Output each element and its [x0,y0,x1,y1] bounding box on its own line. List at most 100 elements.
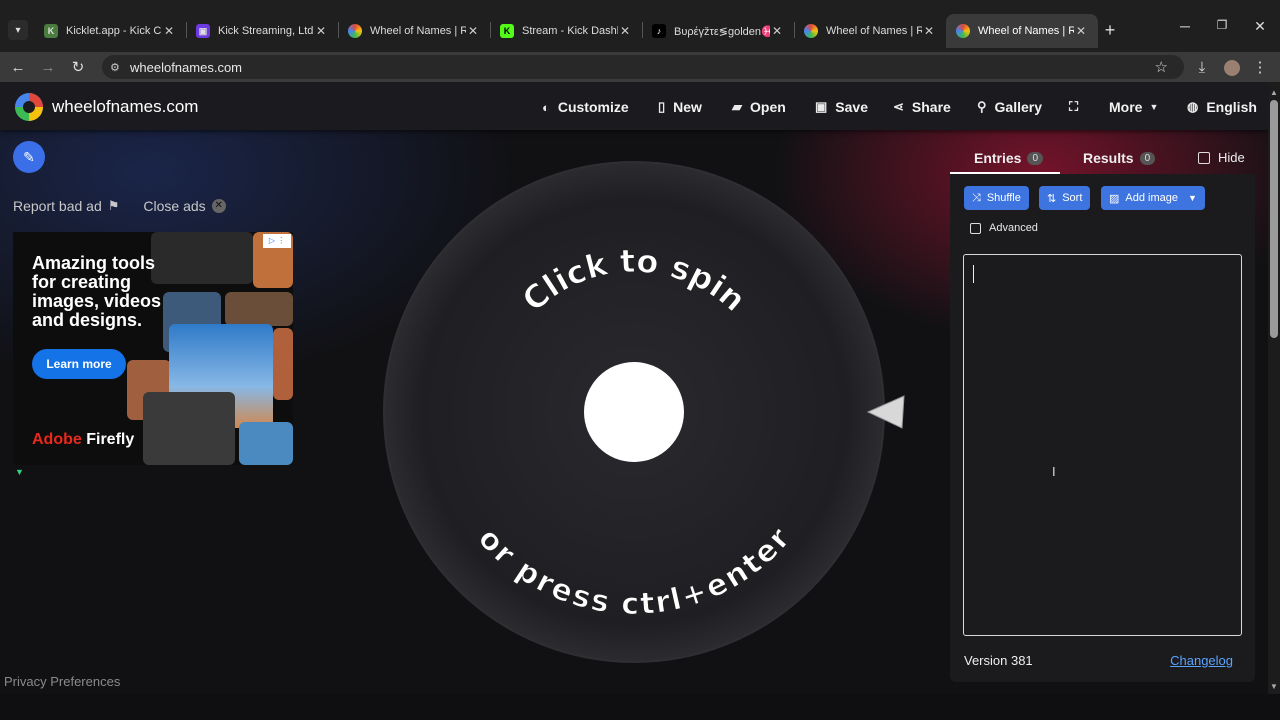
tab-title: Wheel of Names | Ra [826,25,922,37]
shuffle-button[interactable]: ⤨ Shuffle [964,186,1029,210]
tab-title: Stream - Kick Dashb [522,25,618,37]
ad-brand-adobe: Adobe [32,431,82,448]
restore-icon[interactable]: ❐ [1212,18,1232,32]
wheel-app: wheelofnames.com ◐ Customize ▯ New ▰ Open ▣… [0,82,1268,694]
folder-icon: ▰ [732,99,742,114]
report-bad-ad-link[interactable]: Report bad ad [13,198,102,214]
brand-name[interactable]: wheelofnames.com [52,97,198,117]
globe-icon: ◍ [1187,99,1199,114]
close-tab-icon[interactable]: ✕ [770,24,784,38]
share-label: Share [911,99,951,115]
advanced-checkbox[interactable]: Advanced [970,222,1038,234]
bookmark-star-icon[interactable]: ☆ [1155,58,1168,76]
wheelofnames-logo-icon [15,93,43,121]
ad-headline: Amazing tools for creating images, video… [32,253,162,330]
edit-pencil-button[interactable]: ✎ [13,141,45,173]
new-tab-icon[interactable]: + [1100,20,1120,40]
file-icon: ▯ [658,99,666,114]
changelog-link[interactable]: Changelog [1170,653,1233,668]
minimize-icon[interactable]: ─ [1175,18,1195,34]
profile-avatar[interactable] [1222,58,1242,78]
chevron-down-icon[interactable]: ▼ [1188,193,1197,203]
entries-textarea[interactable] [963,254,1242,636]
close-tab-icon[interactable]: ✕ [922,24,936,38]
tiktok-favicon-icon: ♪ [652,24,666,38]
scroll-down-icon[interactable]: ▼ [1268,682,1280,691]
browser-tab[interactable]: ♪ Bυρέγžτε≶golden♓so ✕ [642,14,794,48]
reload-icon[interactable]: ↻ [68,58,88,78]
download-icon[interactable]: ⤓ [1192,58,1212,78]
wheel-favicon-icon [804,24,818,38]
entries-count-badge: 0 [1027,151,1044,165]
customize-button[interactable]: ◐ Customize [542,99,629,115]
browser-tab[interactable]: Wheel of Names | Ra ✕ [794,14,946,48]
fullscreen-icon: ⛶ [1069,99,1079,114]
advertisement[interactable]: Amazing tools for creating images, video… [13,232,293,465]
close-tab-icon[interactable]: ✕ [314,24,328,38]
language-button[interactable]: ◍ English [1187,99,1257,115]
sort-label: Sort [1062,192,1083,204]
sort-button[interactable]: ⇅ Sort [1039,186,1091,210]
forward-icon[interactable]: → [38,58,58,78]
spin-wheel[interactable]: Click to spin or press ctrl+enter [380,160,920,664]
browser-menu-icon[interactable]: ⋮ [1250,58,1270,78]
save-label: Save [835,99,868,115]
browser-tab[interactable]: K Stream - Kick Dashb ✕ [490,14,642,48]
open-button[interactable]: ▰ Open [732,99,786,115]
url-text[interactable]: wheelofnames.com [130,60,242,75]
close-tab-icon[interactable]: ✕ [1074,24,1088,38]
sort-icon: ⇅ [1047,192,1057,205]
browser-tab[interactable]: Wheel of Names | Ra ✕ [338,14,490,48]
tab-title: Wheel of Names | Ra [978,25,1074,37]
omnibox[interactable]: ⚙ wheelofnames.com ☆ [102,55,1184,79]
ad-controls: Report bad ad ⚑ Close ads ✕ [13,198,226,214]
ad-brand: Adobe Firefly [32,431,134,449]
results-tab-label: Results [1083,150,1134,166]
fullscreen-button[interactable]: ⛶ [1069,99,1078,115]
version-label: Version 381 [964,653,1033,668]
browser-tab[interactable]: K Kicklet.app - Kick Ch ✕ [34,14,186,48]
adchoices-icon[interactable]: ▷ ⋮ [263,234,291,248]
learn-more-button[interactable]: Learn more [32,349,126,379]
chevron-down-icon: ▼ [1149,102,1159,112]
checkbox-icon[interactable] [1198,151,1210,164]
scroll-up-icon[interactable]: ▲ [1268,88,1280,97]
checkbox-icon[interactable] [970,222,981,234]
browser-tab-active[interactable]: Wheel of Names | Ra ✕ [946,14,1098,48]
gallery-button[interactable]: ⚲ Gallery [977,99,1042,115]
close-circle-icon[interactable]: ✕ [211,199,226,213]
address-bar-row: ← → ↻ ⚙ wheelofnames.com ☆ ⤓ ⋮ [0,52,1280,82]
close-tab-icon[interactable]: ✕ [466,24,480,38]
close-tab-icon[interactable]: ✕ [162,24,176,38]
share-button[interactable]: ⋖ Share [893,99,951,115]
save-button[interactable]: ▣ Save [815,99,868,115]
tab-title: Kicklet.app - Kick Ch [66,25,162,37]
privacy-preferences-link[interactable]: Privacy Preferences [4,674,120,689]
kick-favicon-icon: ▣ [196,24,210,38]
close-tab-icon[interactable]: ✕ [618,24,632,38]
tab-search-icon[interactable]: ▾ [8,20,28,40]
tab-title: Wheel of Names | Ra [370,25,466,37]
tab-title: Bυρέγžτε≶golden♓so [674,25,770,38]
open-label: Open [750,99,786,115]
more-button[interactable]: More ▼ [1109,99,1158,115]
site-settings-icon[interactable]: ⚙ [110,61,130,74]
ad-tile [225,292,293,326]
window-close-icon[interactable]: ✕ [1250,18,1270,35]
shuffle-label: Shuffle [986,192,1021,204]
back-icon[interactable]: ← [8,58,28,78]
hide-checkbox[interactable]: Hide [1198,150,1245,165]
new-button[interactable]: ▯ New [658,99,702,115]
floppy-icon: ▣ [815,99,828,114]
browser-tab[interactable]: ▣ Kick Streaming, Ltd. ✕ [186,14,338,48]
flag-icon[interactable]: ⚑ [108,198,120,214]
scrollbar-thumb[interactable] [1270,100,1278,338]
advanced-label: Advanced [989,222,1038,234]
tab-results[interactable]: Results 0 [1083,150,1156,166]
new-label: New [673,99,702,115]
tab-entries[interactable]: Entries 0 [974,150,1044,166]
close-ads-link[interactable]: Close ads [143,198,205,214]
add-image-button[interactable]: ▨ Add image ▼ [1101,186,1205,210]
pencil-icon: ✎ [23,149,35,165]
wheel-center[interactable] [584,362,684,462]
